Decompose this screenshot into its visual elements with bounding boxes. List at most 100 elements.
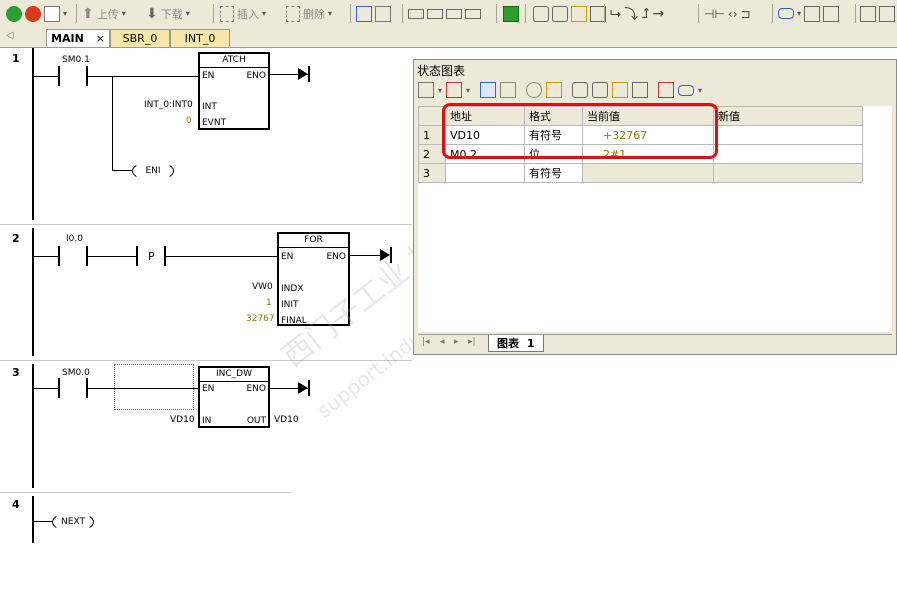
properties-icon[interactable] (879, 5, 895, 22)
n2-init-value[interactable]: 1 (266, 298, 272, 308)
chart-force-icon[interactable] (612, 82, 629, 98)
contact-icon[interactable]: ⊣⊢ (704, 7, 725, 21)
last-sheet-icon[interactable]: ▸| (468, 337, 476, 347)
n1-eni-coil[interactable]: ENI (132, 161, 174, 181)
chart-unforce-icon[interactable] (632, 82, 649, 98)
branch-down-icon[interactable]: ⮡ (610, 6, 621, 22)
trend-view-icon[interactable] (658, 82, 675, 98)
chart-lock-icon[interactable] (572, 82, 589, 98)
comment-dropdown-icon[interactable]: ▾ (797, 9, 801, 18)
line-right-icon[interactable]: → (652, 6, 664, 22)
column-header[interactable]: 新值 (713, 106, 863, 126)
chart-comment-icon[interactable] (678, 84, 695, 96)
sheet-tab-chart1[interactable]: 图表 1 (488, 335, 544, 352)
current-value-cell (582, 163, 714, 183)
tab-sbr0[interactable]: SBR_0 (110, 29, 170, 47)
wire (34, 388, 58, 389)
download-arrow-icon: ⬇ (146, 5, 158, 22)
coil-icon[interactable]: ‹› (728, 7, 738, 21)
compile-icon[interactable] (44, 5, 60, 22)
tab-scroll-left-icon[interactable]: ◁ (6, 30, 14, 41)
add-row-dropdown-icon[interactable]: ▾ (438, 86, 442, 95)
next-bookmark-icon[interactable] (446, 8, 462, 19)
n1-int-value[interactable]: INT_0:INT0 (144, 100, 193, 110)
add-row-icon[interactable] (418, 82, 434, 98)
download-button[interactable]: ⬇ 下载 ▾ (146, 4, 190, 23)
n2-for-box[interactable]: FOR EN ENO INDX INIT FINAL (277, 232, 350, 326)
force-icon[interactable] (571, 5, 587, 22)
new-value-cell[interactable] (713, 163, 863, 183)
chart-run-icon[interactable] (480, 82, 497, 98)
edit-icon[interactable] (823, 5, 840, 22)
chart-unlock-icon[interactable] (592, 82, 609, 98)
chart-pause-icon[interactable] (500, 82, 517, 98)
ladder-editor[interactable]: 1 SM0.1 ENI ATCH EN ENO INT EVNT INT_0:I… (0, 48, 412, 543)
network-1-number: 1 (12, 52, 20, 65)
n2-output-arrow (380, 249, 390, 261)
n1-pin-evnt: EVNT (202, 118, 227, 128)
prev-bookmark-icon[interactable] (427, 8, 443, 19)
delete-row-dropdown-icon[interactable]: ▾ (466, 86, 470, 95)
insert-dropdown-icon: ▾ (262, 9, 267, 18)
prev-sheet-icon[interactable]: ◂ (440, 337, 445, 347)
n1-pin-int: INT (202, 102, 217, 112)
n2-contact[interactable] (58, 246, 88, 266)
n1-output-bar (308, 66, 310, 82)
row-number[interactable]: 3 (418, 163, 446, 183)
comment-icon[interactable] (778, 8, 794, 19)
branch-up-icon[interactable]: ⮥ (641, 6, 649, 22)
n2-pin-final: FINAL (281, 316, 307, 326)
bookmark-icon[interactable] (408, 8, 424, 19)
n3-out-value[interactable]: VD10 (274, 415, 299, 425)
n2-indx-value[interactable]: VW0 (252, 282, 273, 292)
compile-dropdown-icon[interactable]: ▾ (63, 9, 67, 18)
n3-inc-dw-box[interactable]: INC_DW EN ENO IN OUT (198, 366, 270, 428)
pen-icon[interactable] (860, 5, 876, 22)
tab-int0[interactable]: INT_0 (170, 29, 230, 47)
stop-icon[interactable] (25, 5, 41, 22)
n2-pin-indx: INDX (281, 284, 304, 294)
status-chart-window: 状态图表 ▾ ▾ ▾ 地址 格式 当前值 新值 1 VD10 有符号 +3276… (413, 59, 897, 355)
tab-main-label: MAIN (51, 32, 84, 45)
delete-row-icon[interactable] (446, 82, 463, 98)
network-4-number: 4 (12, 498, 20, 511)
box-title-divider (200, 67, 268, 68)
go-icon[interactable] (503, 5, 519, 22)
new-value-cell[interactable] (713, 144, 863, 164)
delete-dropdown-icon: ▾ (328, 9, 333, 18)
chart-read-icon[interactable] (526, 82, 543, 98)
delete-icon (286, 5, 300, 22)
symbol-table-icon[interactable] (804, 5, 821, 22)
cursor-selection[interactable] (114, 364, 194, 410)
n2-final-value[interactable]: 32767 (246, 314, 275, 324)
network-view-icon[interactable] (356, 5, 372, 22)
power-rail (32, 228, 34, 356)
new-value-cell[interactable] (713, 125, 863, 145)
n3-contact[interactable] (58, 378, 88, 398)
chart-write-icon[interactable] (546, 82, 563, 98)
n3-in-value[interactable]: VD10 (170, 415, 195, 425)
tab-main[interactable]: MAIN × (46, 29, 110, 47)
tab-close-icon[interactable]: × (96, 32, 105, 45)
first-sheet-icon[interactable]: |◂ (422, 337, 430, 347)
unlock-icon[interactable] (552, 5, 568, 22)
upload-button[interactable]: ⬆ 上传 ▾ (82, 4, 126, 23)
delete-button[interactable]: 删除 ▾ (286, 4, 332, 23)
address-cell[interactable] (445, 163, 525, 183)
format-cell[interactable]: 有符号 (524, 163, 583, 183)
lock-icon[interactable] (533, 5, 549, 22)
n4-next-coil[interactable]: NEXT (52, 512, 94, 532)
symbol-view-icon[interactable] (375, 5, 391, 22)
chart-comment-dropdown-icon[interactable]: ▾ (698, 86, 702, 95)
clear-bookmark-icon[interactable] (465, 8, 481, 19)
upload-arrow-icon: ⬆ (82, 5, 94, 22)
branch-join-icon[interactable]: ⤵ (624, 4, 638, 24)
insert-button[interactable]: 插入 ▾ (220, 4, 266, 23)
n2-contact-address: I0.0 (66, 234, 83, 244)
box-icon[interactable]: ⊐ (741, 7, 751, 21)
run-icon[interactable] (6, 5, 22, 22)
n1-evnt-value[interactable]: 0 (186, 116, 192, 126)
next-sheet-icon[interactable]: ▸ (454, 337, 459, 347)
n1-contact[interactable] (58, 66, 88, 86)
n1-atch-box[interactable]: ATCH EN ENO INT EVNT (198, 52, 270, 130)
